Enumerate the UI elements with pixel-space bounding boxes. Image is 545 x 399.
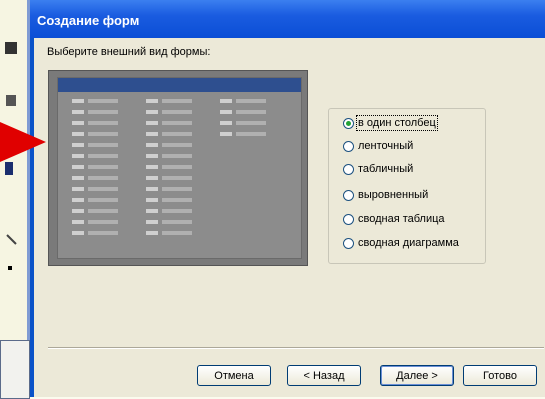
preview-field-value: [162, 121, 192, 125]
pointer-arrow-icon: [0, 122, 46, 162]
preview-field-value: [162, 209, 192, 213]
layout-prompt: Выберите внешний вид формы:: [47, 46, 211, 58]
preview-field-label: [72, 176, 84, 180]
preview-field-label: [72, 220, 84, 224]
preview-field-value: [162, 198, 192, 202]
preview-field-label: [220, 132, 232, 136]
preview-field-label: [220, 121, 232, 125]
preview-field-value: [88, 209, 118, 213]
preview-form: [57, 77, 302, 259]
preview-field-value: [88, 220, 118, 224]
toolbar-icon[interactable]: [4, 40, 20, 56]
preview-field-label: [146, 231, 158, 235]
preview-field-value: [88, 132, 118, 136]
radio-icon[interactable]: [343, 213, 354, 225]
toolbar-icon[interactable]: [4, 92, 20, 108]
background-panel: [0, 340, 30, 399]
preview-field-value: [162, 165, 192, 169]
preview-field-label: [72, 99, 84, 103]
cancel-button[interactable]: Отмена: [197, 365, 271, 386]
preview-field-label: [146, 110, 158, 114]
preview-field-value: [162, 132, 192, 136]
preview-field-label: [72, 110, 84, 114]
preview-field-label: [146, 99, 158, 103]
toolbar-icon[interactable]: [4, 262, 20, 278]
preview-field-value: [88, 143, 118, 147]
preview-field-value: [162, 231, 192, 235]
preview-field-label: [72, 198, 84, 202]
preview-field-label: [72, 154, 84, 158]
option-label: ленточный: [358, 140, 414, 152]
preview-field-label: [72, 132, 84, 136]
preview-field-value: [162, 176, 192, 180]
preview-field-value: [236, 132, 266, 136]
preview-field-value: [88, 154, 118, 158]
preview-field-label: [146, 154, 158, 158]
preview-field-label: [146, 198, 158, 202]
preview-field-label: [220, 99, 232, 103]
preview-field-value: [162, 99, 192, 103]
preview-field-value: [162, 220, 192, 224]
radio-icon[interactable]: [343, 117, 354, 129]
dialog-title-bar[interactable]: Создание форм: [30, 0, 545, 38]
toolbar-icon[interactable]: [4, 160, 20, 176]
option-label: сводная таблица: [358, 213, 445, 225]
option-pivot-chart[interactable]: сводная диаграмма: [343, 235, 459, 251]
preview-field-label: [146, 176, 158, 180]
preview-field-value: [88, 121, 118, 125]
toolbar-icon[interactable]: [4, 232, 20, 248]
option-datasheet[interactable]: табличный: [343, 161, 413, 177]
preview-field-value: [162, 154, 192, 158]
preview-field-value: [88, 110, 118, 114]
preview-field-label: [72, 209, 84, 213]
radio-icon[interactable]: [343, 163, 354, 175]
preview-field-value: [88, 176, 118, 180]
option-label: сводная диаграмма: [358, 237, 459, 249]
preview-field-label: [220, 110, 232, 114]
preview-field-value: [162, 187, 192, 191]
preview-field-label: [146, 121, 158, 125]
option-label: в один столбец: [356, 115, 438, 131]
preview-field-value: [88, 198, 118, 202]
layout-preview: [48, 70, 308, 266]
option-justified[interactable]: выровненный: [343, 187, 428, 203]
option-tabular-ribbon[interactable]: ленточный: [343, 138, 413, 154]
preview-field-value: [236, 121, 266, 125]
preview-field-value: [236, 110, 266, 114]
preview-field-label: [72, 231, 84, 235]
preview-field-label: [146, 165, 158, 169]
option-label: выровненный: [358, 189, 429, 201]
form-wizard-dialog: Создание форм Выберите внешний вид формы…: [30, 0, 545, 397]
preview-field-label: [72, 121, 84, 125]
preview-field-value: [236, 99, 266, 103]
button-separator: [48, 347, 544, 349]
preview-field-value: [88, 231, 118, 235]
preview-field-value: [88, 187, 118, 191]
preview-field-label: [146, 187, 158, 191]
preview-field-label: [146, 209, 158, 213]
option-pivot-table[interactable]: сводная таблица: [343, 211, 445, 227]
preview-field-value: [162, 143, 192, 147]
preview-field-label: [72, 165, 84, 169]
preview-field-value: [88, 165, 118, 169]
preview-field-label: [146, 220, 158, 224]
option-columnar[interactable]: в один столбец: [343, 115, 438, 131]
preview-field-value: [88, 99, 118, 103]
preview-field-value: [162, 110, 192, 114]
back-button[interactable]: < Назад: [287, 365, 361, 386]
preview-field-label: [146, 143, 158, 147]
dialog-title: Создание форм: [37, 13, 140, 28]
next-button[interactable]: Далее >: [380, 365, 454, 386]
radio-icon[interactable]: [343, 140, 354, 152]
finish-button[interactable]: Готово: [463, 365, 537, 386]
radio-icon[interactable]: [343, 189, 354, 201]
radio-icon[interactable]: [343, 237, 354, 249]
dialog-body: Выберите внешний вид формы: в один столб…: [34, 38, 545, 397]
preview-field-label: [146, 132, 158, 136]
layout-options-group: в один столбец ленточный табличный выров…: [328, 108, 486, 264]
preview-field-label: [72, 187, 84, 191]
preview-field-label: [72, 143, 84, 147]
option-label: табличный: [358, 163, 414, 175]
preview-header-bar: [58, 78, 301, 92]
